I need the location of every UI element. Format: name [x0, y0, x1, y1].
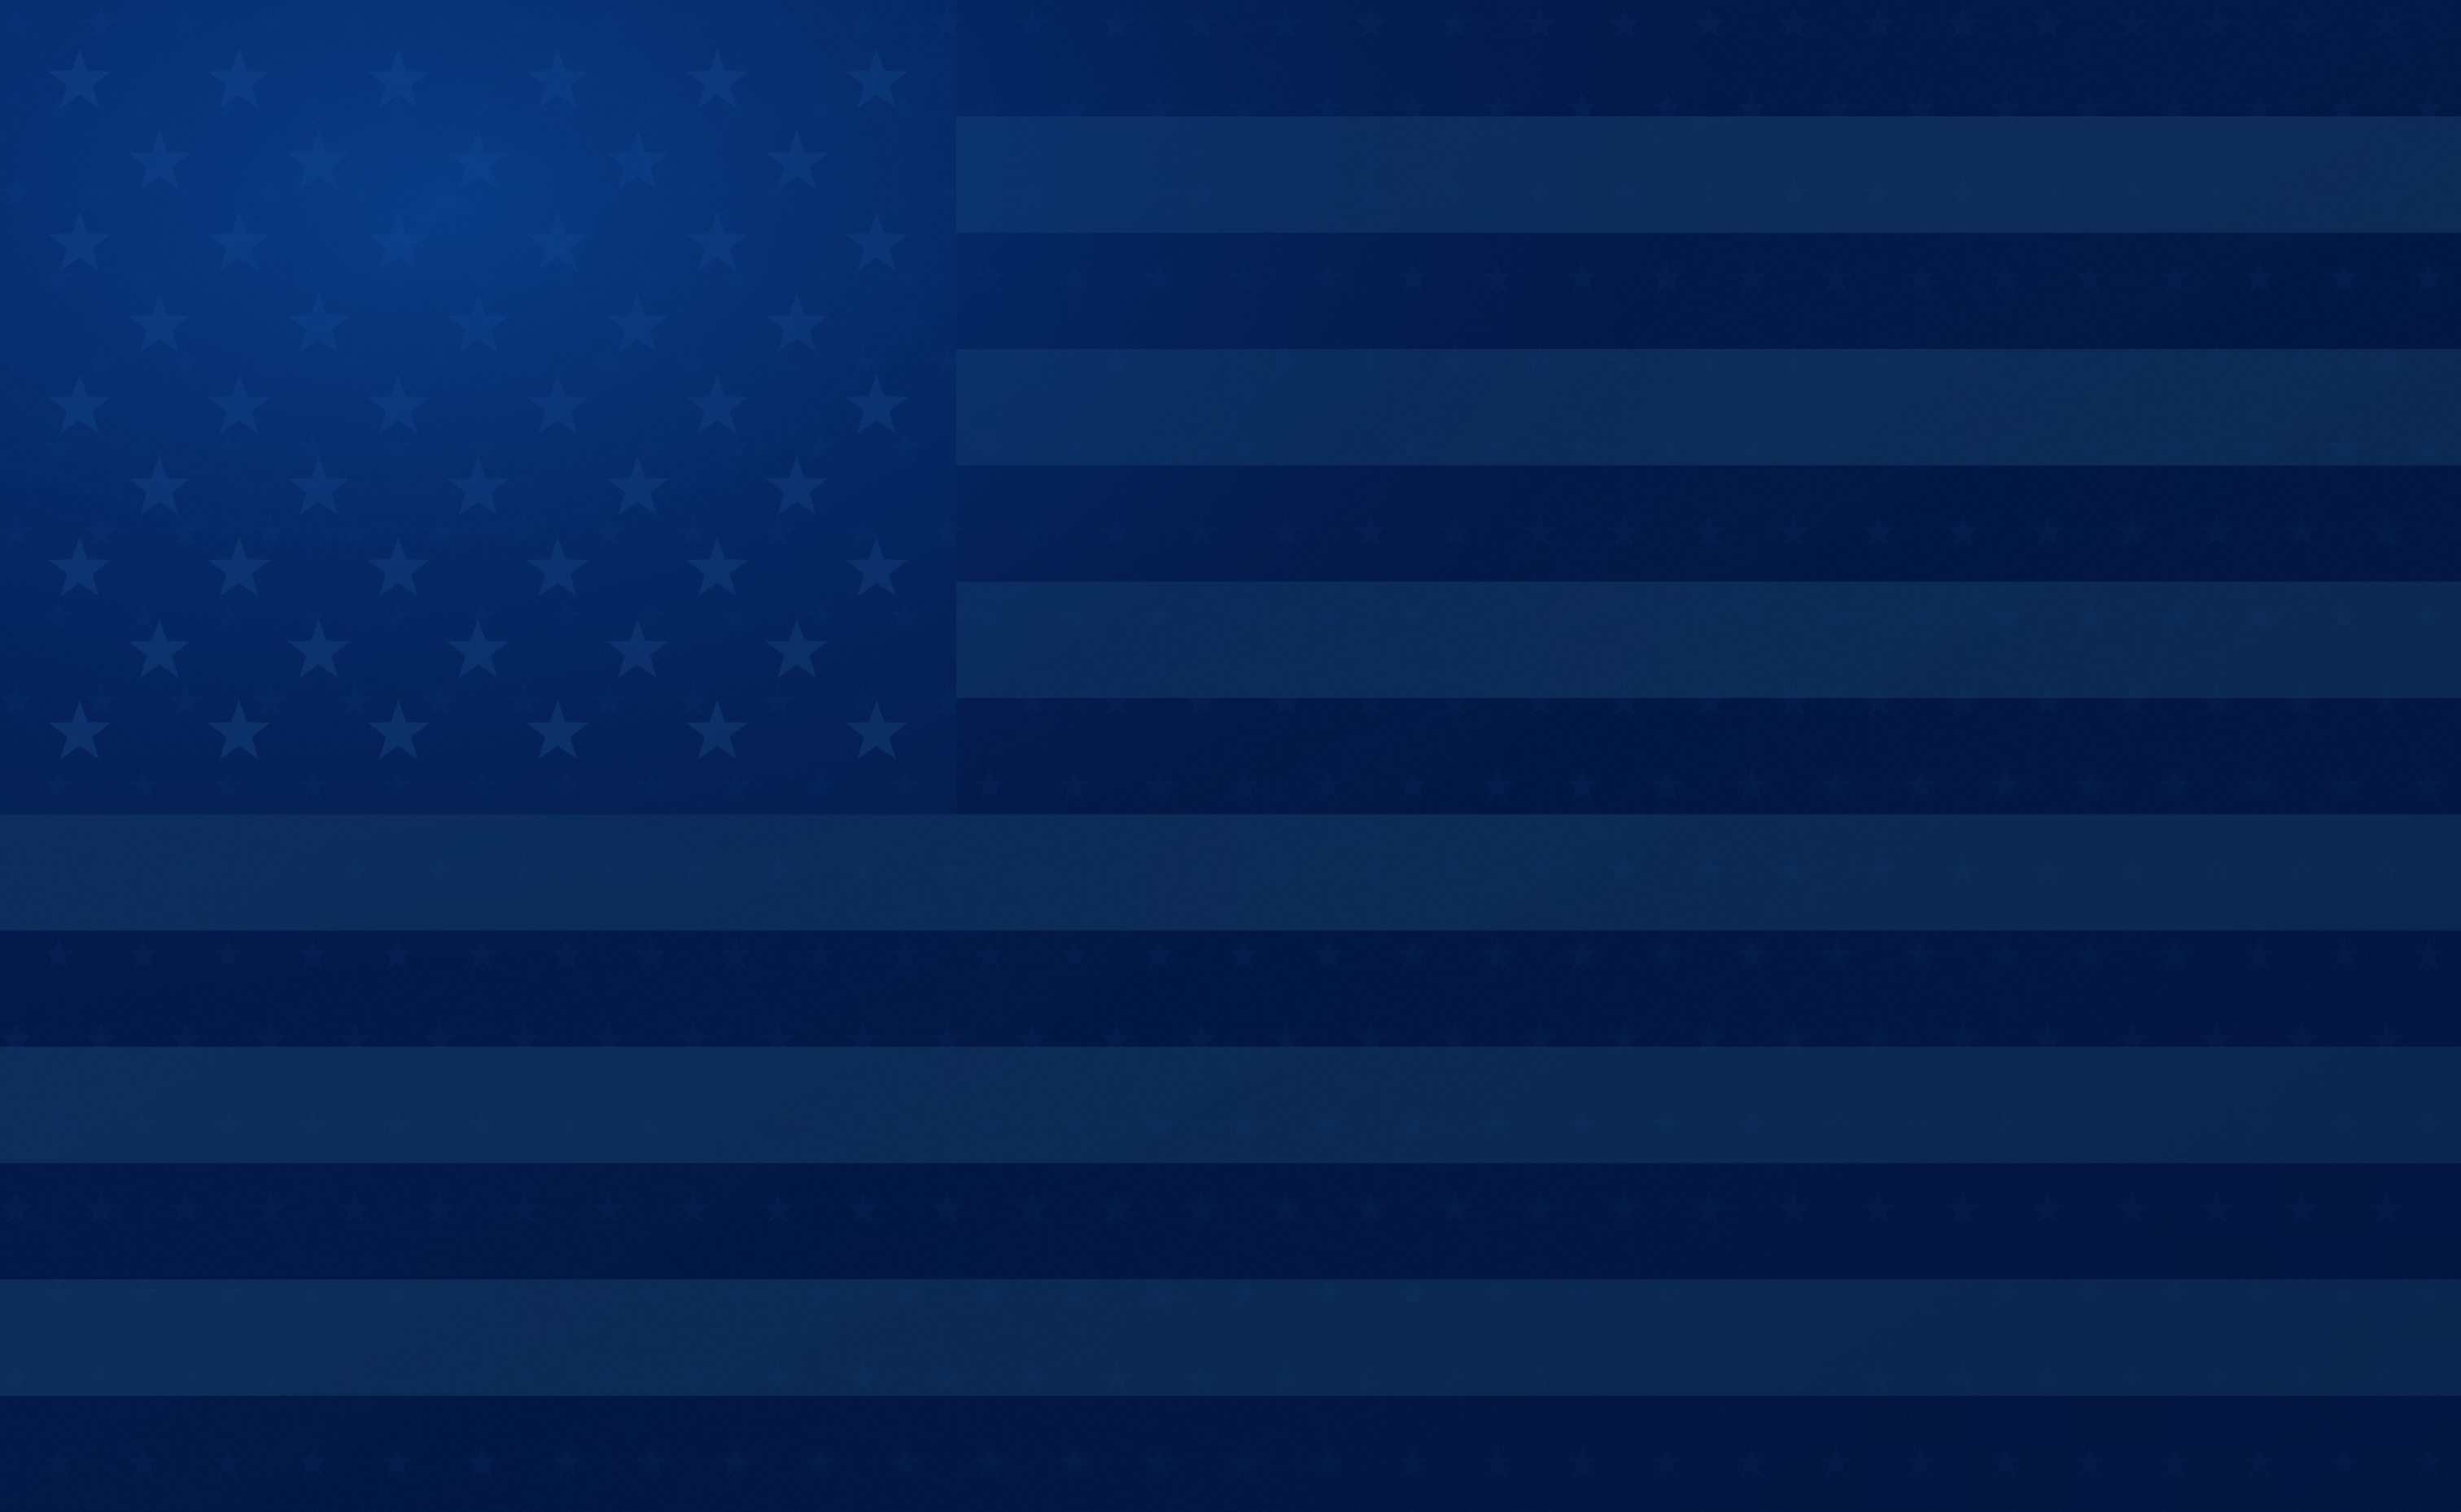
flag-wallpaper-graphic [0, 0, 2461, 1512]
grain-overlay [0, 0, 2461, 1512]
desktop-wallpaper [0, 0, 2461, 1512]
